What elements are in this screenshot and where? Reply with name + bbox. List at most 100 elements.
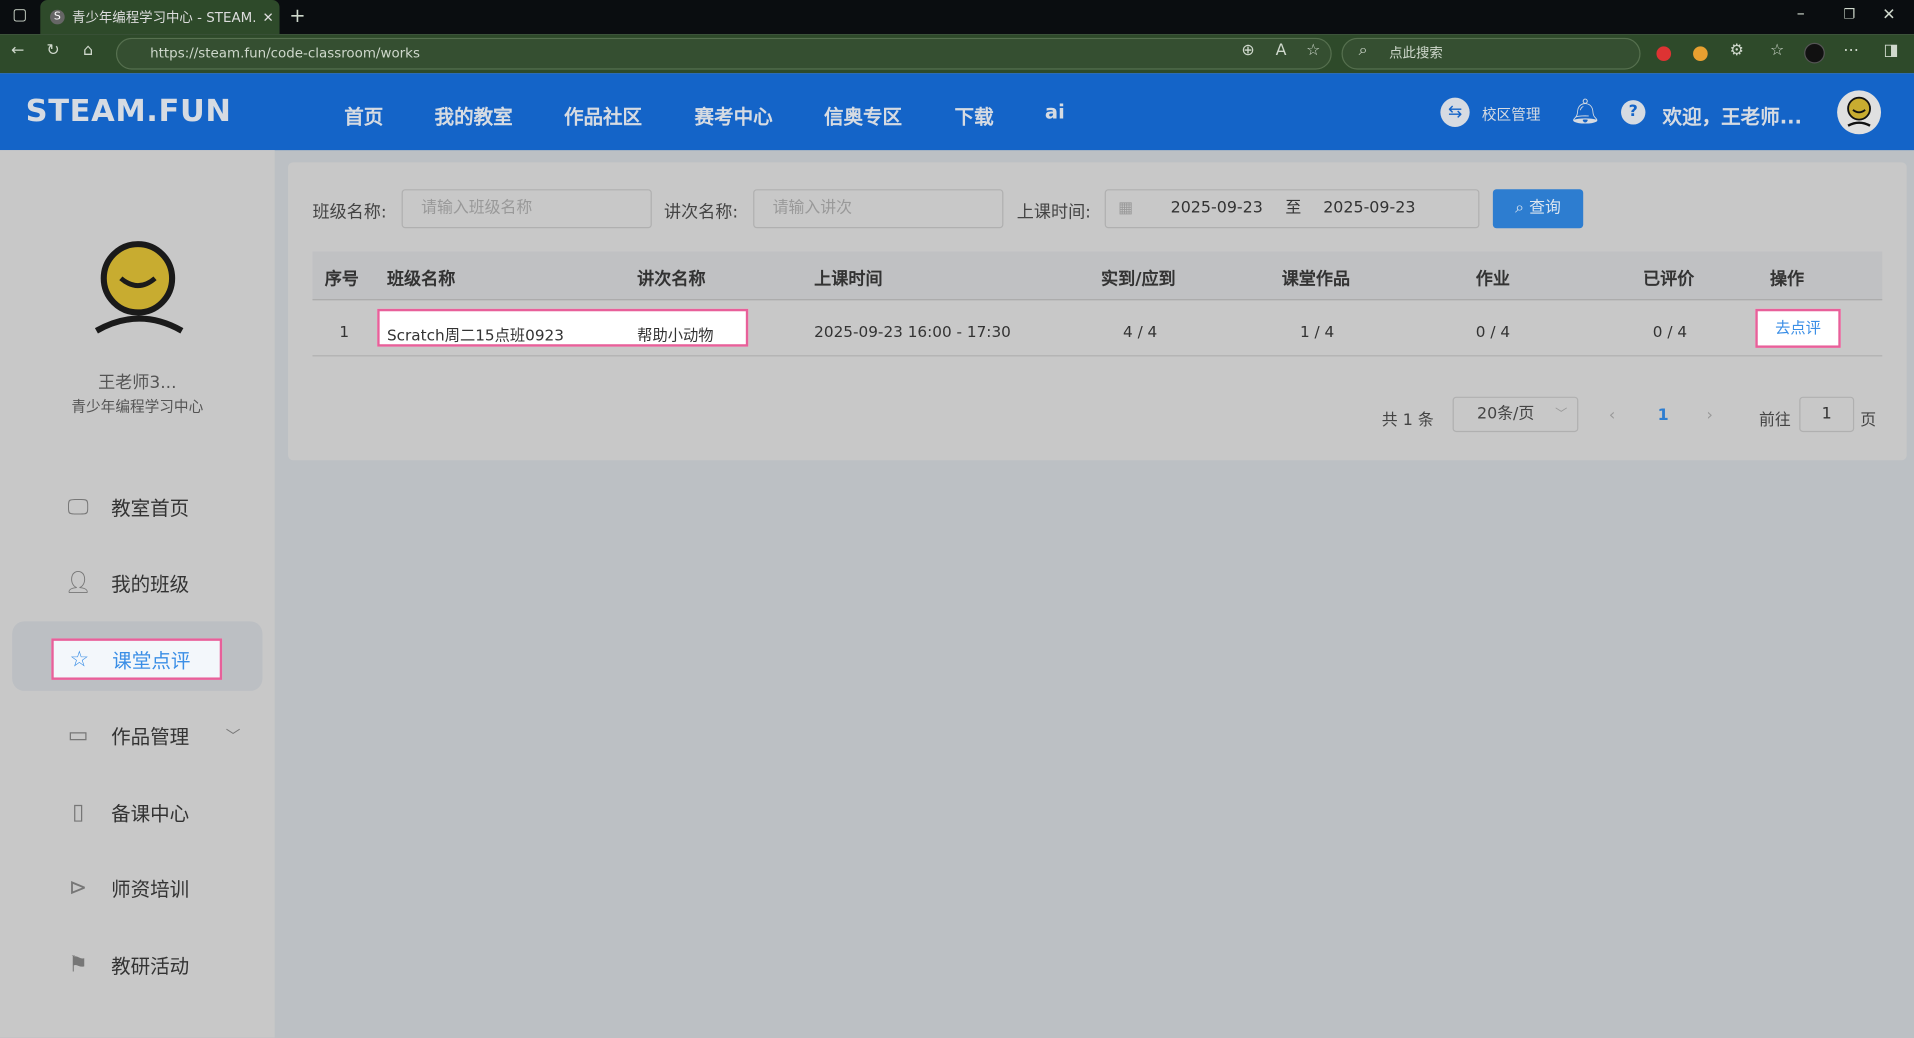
extension-icon[interactable] [1693, 46, 1708, 62]
refresh-icon[interactable]: ↻ [46, 42, 59, 60]
favorite-icon[interactable]: ☆ [1306, 42, 1320, 60]
menu-label: 作品管理 [111, 725, 190, 749]
lesson-name-label: 讲次名称: [664, 202, 739, 223]
cell-index: 1 [339, 322, 350, 341]
goto-page-input[interactable]: 1 [1799, 396, 1855, 433]
go-review-button[interactable]: 去点评 [1755, 308, 1841, 348]
minimize-icon[interactable]: – [1797, 5, 1805, 23]
nav-community[interactable]: 作品社区 [564, 100, 642, 129]
sidebar-icon[interactable]: ◨ [1883, 42, 1898, 60]
menu-label: 课堂点评 [112, 649, 191, 673]
review-card: 班级名称: 请输入班级名称 讲次名称: 请输入讲次 上课时间: ▦ 2025-0… [288, 162, 1907, 461]
browser-tab-bar: ▢ S 青少年编程学习中心 - STEAM.FUN ✕ + – ❐ ✕ [0, 0, 1914, 35]
col-index: 序号 [324, 269, 359, 290]
class-time-label: 上课时间: [1016, 202, 1091, 223]
close-window-icon[interactable]: ✕ [1882, 6, 1895, 24]
menu-label: 备课中心 [111, 801, 190, 826]
cell-homework: 0 / 4 [1475, 322, 1511, 341]
flag-icon: ⚑ [68, 951, 88, 978]
menu-label: 教研活动 [111, 954, 190, 978]
query-label: 查询 [1529, 198, 1561, 218]
page-suffix: 页 [1860, 411, 1877, 430]
sidebar-item-works[interactable]: ▭ 作品管理 ﹀ [63, 717, 241, 754]
user-name: 王老师3... [98, 373, 177, 394]
favorites-icon[interactable]: ☆ [1770, 42, 1784, 60]
cell-class: Scratch周二15点班0923 [386, 325, 564, 345]
col-time: 上课时间 [814, 269, 883, 290]
monitor-icon: 🖵 [67, 493, 89, 520]
col-lesson: 讲次名称 [637, 269, 706, 290]
date-end[interactable]: 2025-09-23 [1323, 190, 1415, 227]
star-icon: ☆ [69, 646, 90, 672]
search-icon: ⌕ [1358, 41, 1368, 60]
nav-download[interactable]: 下载 [955, 100, 994, 129]
sidebar-item-class-review[interactable]: ☆ 课堂点评 [51, 638, 223, 680]
new-tab-icon[interactable]: + [289, 4, 305, 27]
book-icon: ▯ [72, 798, 85, 825]
nav-home[interactable]: 首页 [344, 100, 383, 129]
date-start[interactable]: 2025-09-23 [1171, 190, 1263, 227]
browser-tab[interactable]: S 青少年编程学习中心 - STEAM.FUN ✕ [40, 0, 280, 35]
cell-lesson: 帮助小动物 [637, 325, 714, 345]
address-bar[interactable]: https://steam.fun/code-classroom/works [115, 37, 1332, 70]
help-icon[interactable]: ? [1621, 100, 1646, 125]
campus-icon[interactable]: ⇆ [1440, 97, 1470, 127]
sidebar-item-classroom-home[interactable]: 🖵 教室首页 [63, 488, 258, 525]
cell-reviewed: 0 / 4 [1652, 322, 1688, 341]
lesson-name-input[interactable]: 请输入讲次 [753, 189, 1004, 229]
nav-exam[interactable]: 赛考中心 [695, 100, 773, 129]
current-page[interactable]: 1 [1658, 406, 1669, 424]
sidebar-item-my-class[interactable]: 👤︎ 我的班级 [63, 564, 258, 601]
back-icon[interactable]: ← [11, 42, 24, 60]
date-range-picker[interactable]: ▦ 2025-09-23 至 2025-09-23 [1104, 189, 1480, 229]
prev-page-icon[interactable]: ‹ [1609, 406, 1615, 424]
nav-ai[interactable]: ai [1045, 100, 1065, 123]
zoom-icon[interactable]: ⊕ [1241, 42, 1254, 60]
menu-label: 教室首页 [111, 496, 190, 521]
play-icon: ⊳ [68, 874, 88, 901]
sidebar-toggle-icon[interactable]: ▢ [12, 6, 27, 24]
row-divider [312, 355, 1883, 357]
sidebar-item-research[interactable]: ⚑ 教研活动 [63, 946, 258, 983]
sidebar-item-training[interactable]: ⊳ 师资培训 [63, 869, 258, 906]
col-attend: 实到/应到 [1101, 269, 1176, 290]
menu-label: 师资培训 [111, 877, 190, 901]
extension-icon[interactable] [1656, 46, 1672, 62]
cell-works: 1 / 4 [1300, 322, 1335, 341]
restore-icon[interactable]: ❐ [1843, 6, 1855, 22]
logo[interactable]: STEAM.FUN [26, 93, 232, 128]
chevron-down-icon: ﹀ [1555, 407, 1568, 422]
welcome-text[interactable]: 欢迎，王老师... [1663, 100, 1802, 129]
sidebar: 王老师3... 青少年编程学习中心 🖵 教室首页 👤︎ 我的班级 ☆ 课堂点评 ▭ 作品… [0, 150, 275, 1038]
user-icon: 👤︎ [64, 569, 93, 596]
user-org: 青少年编程学习中心 [71, 397, 204, 416]
page-size-value: 20条/页 [1476, 405, 1535, 424]
nav-classroom[interactable]: 我的教室 [435, 100, 513, 129]
home-icon[interactable]: ⌂ [83, 42, 93, 60]
close-tab-icon[interactable]: ✕ [262, 9, 273, 25]
avatar[interactable] [1837, 90, 1882, 135]
extensions-icon[interactable]: ⚙ [1730, 42, 1744, 60]
class-name-input[interactable]: 请输入班级名称 [401, 189, 652, 229]
date-separator: 至 [1285, 198, 1302, 218]
favicon-icon: S [50, 9, 65, 25]
read-aloud-icon[interactable]: A [1276, 42, 1287, 60]
browser-search[interactable]: 点此搜索 [1341, 37, 1641, 70]
calendar-icon: ▦ [1118, 198, 1134, 218]
next-page-icon[interactable]: › [1706, 406, 1712, 424]
bell-icon[interactable]: 🔔︎ [1570, 96, 1601, 125]
more-icon[interactable]: ⋯ [1843, 42, 1859, 60]
menu-label: 我的班级 [111, 572, 190, 596]
profile-icon[interactable] [1804, 42, 1825, 64]
col-works: 课堂作品 [1281, 269, 1351, 290]
table-header: 序号 班级名称 讲次名称 上课时间 实到/应到 课堂作品 作业 已评价 操作 [312, 251, 1883, 301]
query-button[interactable]: ⌕ 查询 [1492, 189, 1584, 229]
nav-olympiad[interactable]: 信奥专区 [824, 100, 902, 129]
placeholder: 请输入班级名称 [421, 198, 533, 218]
sidebar-item-prep[interactable]: ▯ 备课中心 [63, 793, 258, 830]
address-row: ← ↻ ⌂ https://steam.fun/code-classroom/w… [0, 34, 1914, 74]
campus-manage[interactable]: 校区管理 [1482, 104, 1541, 125]
col-class: 班级名称 [386, 269, 456, 290]
site-header: STEAM.FUN 首页 我的教室 作品社区 赛考中心 信奥专区 下载 ai ⇆… [0, 73, 1914, 151]
page-size-select[interactable]: 20条/页 ﹀ [1452, 396, 1579, 433]
